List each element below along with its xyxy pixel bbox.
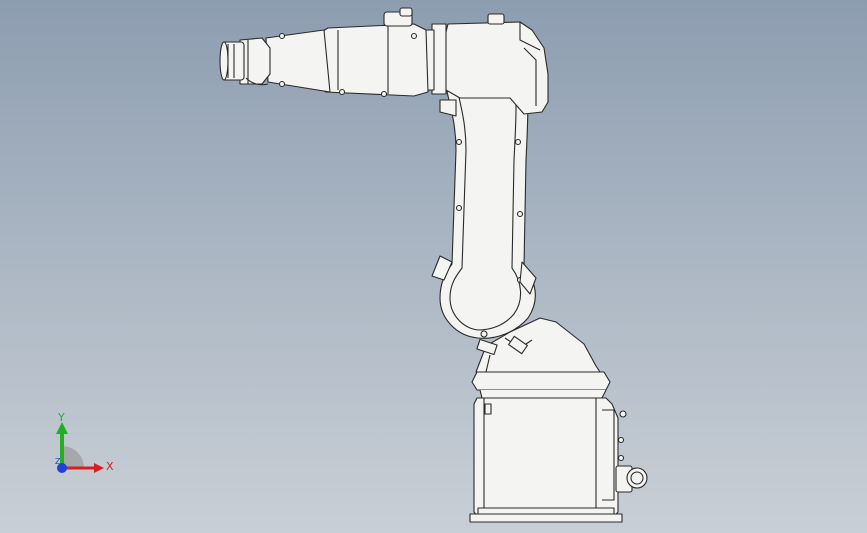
robot-base[interactable] <box>469 397 648 523</box>
z-axis-label: Z <box>55 457 61 466</box>
graphics-viewport[interactable]: Y X Z <box>0 0 867 533</box>
x-axis-label: X <box>106 460 114 473</box>
y-axis-label: Y <box>57 411 65 424</box>
cable-connector <box>615 465 648 493</box>
robot-wrist[interactable] <box>219 37 271 86</box>
robot-arm-model[interactable] <box>0 0 867 533</box>
robot-upper-arm[interactable] <box>257 7 429 98</box>
orientation-triad: Y X Z <box>55 411 114 473</box>
